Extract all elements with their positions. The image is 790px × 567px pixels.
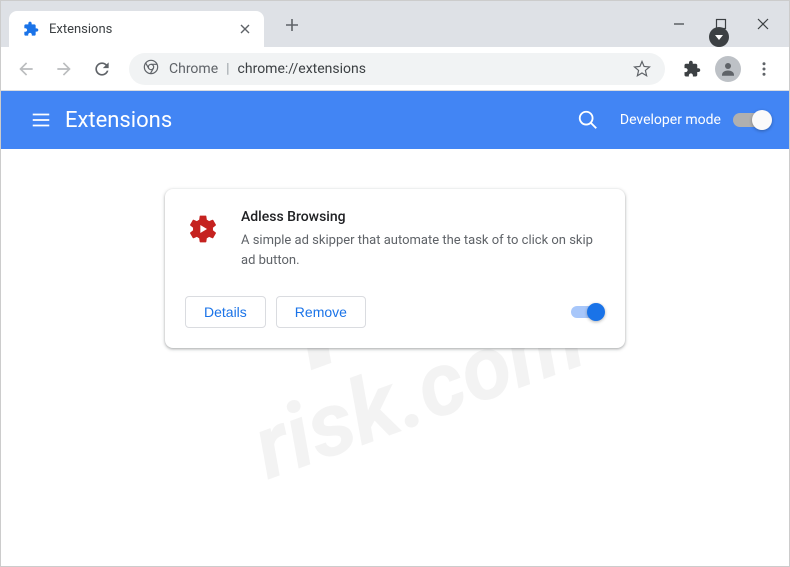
avatar-icon [715,56,741,82]
page-title: Extensions [65,108,172,133]
extension-enable-toggle[interactable] [571,306,601,318]
address-bar[interactable]: Chrome | chrome://extensions [129,53,665,85]
omnibox-url: chrome://extensions [238,61,366,77]
developer-mode-label: Developer mode [620,112,721,128]
window-titlebar: Extensions [1,1,789,47]
extension-gear-icon [185,211,221,247]
bookmark-icon[interactable] [633,60,651,78]
maximize-button[interactable] [713,16,729,32]
page-content: PC risk.com Extensions Developer mode Ad… [1,91,789,566]
details-button[interactable]: Details [185,296,266,328]
developer-mode-toggle[interactable] [733,113,769,127]
extensions-header: Extensions Developer mode [1,91,789,149]
close-window-button[interactable] [755,16,771,32]
tab-title: Extensions [49,22,226,37]
window-controls [671,1,781,47]
minimize-button[interactable] [671,16,687,32]
search-button[interactable] [568,100,608,140]
omnibox-separator: | [226,61,229,77]
extension-card: Adless Browsing A simple ad skipper that… [165,189,625,348]
omnibox-text: Chrome | chrome://extensions [169,61,366,77]
new-tab-button[interactable] [278,11,306,39]
extension-name: Adless Browsing [241,209,605,225]
browser-tab-extensions[interactable]: Extensions [9,11,264,47]
back-button[interactable] [9,52,43,86]
close-tab-icon[interactable] [236,20,254,38]
extensions-button[interactable] [675,52,709,86]
puzzle-icon [23,21,39,37]
extension-description: A simple ad skipper that automate the ta… [241,231,605,270]
menu-button[interactable] [747,52,781,86]
chrome-icon [143,59,159,79]
hamburger-menu-button[interactable] [21,100,61,140]
remove-button[interactable]: Remove [276,296,366,328]
profile-button[interactable] [711,52,745,86]
forward-button[interactable] [47,52,81,86]
reload-button[interactable] [85,52,119,86]
omnibox-scheme-label: Chrome [169,61,218,77]
browser-toolbar: Chrome | chrome://extensions [1,47,789,91]
